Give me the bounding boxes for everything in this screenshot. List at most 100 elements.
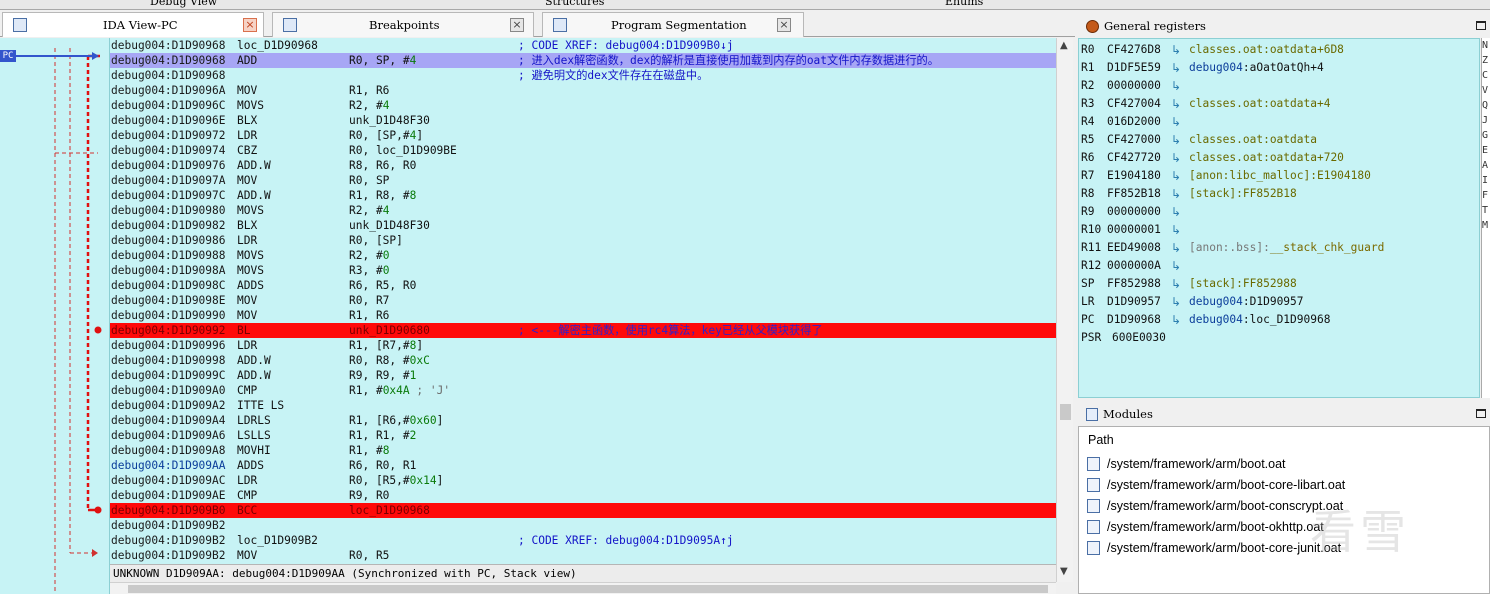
register-value[interactable]: D1DF5E59 — [1107, 59, 1161, 77]
code-label[interactable]: loc_D1D909B2 — [237, 533, 318, 548]
listing-line[interactable]: debug004:D1D909A8 MOVHI R1, #8 — [110, 443, 1056, 458]
jump-arrow-icon[interactable]: ↳ — [1171, 185, 1181, 203]
listing-line[interactable]: debug004:D1D90980 MOVS R2, #4 — [110, 203, 1056, 218]
jump-arrow-icon[interactable]: ↳ — [1171, 131, 1181, 149]
register-value[interactable]: 0000000A — [1107, 257, 1161, 275]
maximize-icon[interactable] — [1476, 409, 1486, 418]
module-row[interactable]: /system/framework/arm/boot-core-libart.o… — [1087, 475, 1345, 496]
tab-breakpoints[interactable]: Breakpoints × — [272, 12, 534, 37]
scroll-thumb[interactable] — [1060, 404, 1071, 420]
register-value[interactable]: FF852B18 — [1107, 185, 1161, 203]
listing-line[interactable]: debug004:D1D90986 LDR R0, [SP] — [110, 233, 1056, 248]
register-value[interactable]: 00000001 — [1107, 221, 1161, 239]
jump-arrow-icon[interactable]: ↳ — [1171, 275, 1181, 293]
jump-arrow-icon[interactable]: ↳ — [1171, 221, 1181, 239]
jump-arrow-icon[interactable]: ↳ — [1171, 95, 1181, 113]
listing-line[interactable]: debug004:D1D909A4 LDRLS R1, [R6,#0x60] — [110, 413, 1056, 428]
register-value[interactable]: CF427004 — [1107, 95, 1161, 113]
close-icon[interactable]: × — [243, 18, 257, 32]
register-value[interactable]: 016D2000 — [1107, 113, 1161, 131]
listing-line[interactable]: debug004:D1D909B0 BCC loc_D1D90968 — [110, 503, 1056, 518]
listing-line[interactable]: debug004:D1D90968 ; 避免明文的dex文件存在在磁盘中。 — [110, 68, 1056, 83]
scroll-up-icon[interactable]: ▲ — [1060, 40, 1068, 51]
code-label[interactable]: loc_D1D90968 — [237, 38, 318, 53]
register-value[interactable]: EED49008 — [1107, 239, 1161, 257]
jump-arrow-icon[interactable]: ↳ — [1171, 203, 1181, 221]
register-value[interactable]: E1904180 — [1107, 167, 1161, 185]
jump-arrow-icon[interactable]: ↳ — [1171, 113, 1181, 131]
module-row[interactable]: /system/framework/arm/boot.oat — [1087, 454, 1286, 475]
module-row[interactable]: /system/framework/arm/boot-core-junit.oa… — [1087, 538, 1341, 559]
register-value[interactable]: 00000000 — [1107, 77, 1161, 95]
register-value[interactable]: CF427720 — [1107, 149, 1161, 167]
close-icon[interactable]: × — [777, 18, 791, 32]
jump-arrow-icon[interactable]: ↳ — [1171, 77, 1181, 95]
listing-line[interactable]: debug004:D1D909A0 CMP R1, #0x4A ; 'J' — [110, 383, 1056, 398]
register-target[interactable]: [anon:libc_malloc]:E1904180 — [1189, 167, 1371, 185]
listing-line[interactable]: debug004:D1D9098C ADDS R6, R5, R0 — [110, 278, 1056, 293]
horizontal-scrollbar[interactable] — [110, 582, 1056, 594]
tab-debug-view[interactable]: Debug View — [150, 0, 217, 9]
jump-arrow-icon[interactable]: ↳ — [1171, 257, 1181, 275]
tab-program-segmentation[interactable]: Program Segmentation × — [542, 12, 804, 37]
listing-line[interactable]: debug004:D1D90976 ADD.W R8, R6, R0 — [110, 158, 1056, 173]
register-value[interactable]: D1D90957 — [1107, 293, 1161, 311]
listing-line[interactable]: debug004:D1D90968 loc_D1D90968 ; CODE XREF… — [110, 38, 1056, 53]
vertical-scrollbar[interactable]: ▲ ▼ — [1056, 38, 1073, 582]
register-value[interactable]: CF427000 — [1107, 131, 1161, 149]
tab-enums[interactable]: Enums — [945, 0, 983, 9]
scroll-thumb[interactable] — [128, 585, 1048, 593]
register-value[interactable]: D1D90968 — [1107, 311, 1161, 329]
listing-line[interactable]: debug004:D1D9099C ADD.W R9, R9, #1 — [110, 368, 1056, 383]
listing-line[interactable]: debug004:D1D909A6 LSLLS R1, R1, #2 — [110, 428, 1056, 443]
jump-arrow-icon[interactable]: ↳ — [1171, 59, 1181, 77]
listing-line[interactable]: debug004:D1D90998 ADD.W R0, R8, #0xC — [110, 353, 1056, 368]
module-row[interactable]: /system/framework/arm/boot-okhttp.oat — [1087, 517, 1324, 538]
listing-line[interactable]: debug004:D1D9098A MOVS R3, #0 — [110, 263, 1056, 278]
listing-line[interactable]: debug004:D1D909AA ADDS R6, R0, R1 — [110, 458, 1056, 473]
listing-line[interactable]: debug004:D1D90974 CBZ R0, loc_D1D909BE — [110, 143, 1056, 158]
scroll-down-icon[interactable]: ▼ — [1060, 566, 1068, 577]
listing-line[interactable]: debug004:D1D90982 BLX unk_D1D48F30 — [110, 218, 1056, 233]
register-target[interactable]: [stack]:FF852B18 — [1189, 185, 1297, 203]
listing-line[interactable]: debug004:D1D90992 BL unk_D1D90680 ; <---解密主… — [110, 323, 1056, 338]
register-target[interactable]: debug004:aOatOatQh+4 — [1189, 59, 1324, 77]
register-value[interactable]: FF852988 — [1107, 275, 1161, 293]
listing-line[interactable]: debug004:D1D909B2 loc_D1D909B2 ; CODE XREF… — [110, 533, 1056, 548]
listing-line[interactable]: debug004:D1D9097C ADD.W R1, R8, #8 — [110, 188, 1056, 203]
register-value[interactable]: CF4276D8 — [1107, 41, 1161, 59]
jump-arrow-icon[interactable]: ↳ — [1171, 311, 1181, 329]
modules-list[interactable]: Path /system/framework/arm/boot.oat/syst… — [1078, 426, 1490, 594]
register-target[interactable]: [stack]:FF852988 — [1189, 275, 1297, 293]
register-target[interactable]: classes.oat:oatdata+720 — [1189, 149, 1344, 167]
register-target[interactable]: debug004:loc_D1D90968 — [1189, 311, 1330, 329]
listing-line[interactable]: debug004:D1D90972 LDR R0, [SP,#4] — [110, 128, 1056, 143]
close-icon[interactable]: × — [510, 18, 524, 32]
listing-line[interactable]: debug004:D1D909AE CMP R9, R0 — [110, 488, 1056, 503]
listing-line[interactable]: debug004:D1D9098E MOV R0, R7 — [110, 293, 1056, 308]
listing-line[interactable]: debug004:D1D90990 MOV R1, R6 — [110, 308, 1056, 323]
listing-line[interactable]: debug004:D1D9096C MOVS R2, #4 — [110, 98, 1056, 113]
general-registers[interactable]: R0 CF4276D8 ↳ classes.oat:oatdata+6D8 R1 D1DF… — [1078, 38, 1480, 398]
register-target[interactable]: debug004:D1D90957 — [1189, 293, 1304, 311]
jump-arrow-icon[interactable]: ↳ — [1171, 239, 1181, 257]
register-target[interactable]: classes.oat:oatdata+6D8 — [1189, 41, 1344, 59]
listing-line[interactable]: debug004:D1D90996 LDR R1, [R7,#8] — [110, 338, 1056, 353]
listing-line[interactable]: debug004:D1D909B2 MOV R0, R5 — [110, 548, 1056, 563]
jump-arrow-icon[interactable]: ↳ — [1171, 41, 1181, 59]
listing-line[interactable]: debug004:D1D9097A MOV R0, SP — [110, 173, 1056, 188]
jump-arrow-icon[interactable]: ↳ — [1171, 167, 1181, 185]
register-target[interactable]: classes.oat:oatdata — [1189, 131, 1317, 149]
listing-line[interactable]: debug004:D1D90968 ADD R0, SP, #4 ; 进入dex解密函… — [110, 53, 1056, 68]
module-row[interactable]: /system/framework/arm/boot-conscrypt.oat — [1087, 496, 1343, 517]
register-value[interactable]: 00000000 — [1107, 203, 1161, 221]
jump-arrow-icon[interactable]: ↳ — [1171, 293, 1181, 311]
listing-line[interactable]: debug004:D1D909A2 ITTE LS — [110, 398, 1056, 413]
listing-line[interactable]: debug004:D1D9096E BLX unk_D1D48F30 — [110, 113, 1056, 128]
maximize-icon[interactable] — [1476, 21, 1486, 30]
listing-line[interactable]: debug004:D1D909B2 — [110, 518, 1056, 533]
disassembly-listing[interactable]: debug004:D1D90968 loc_D1D90968 ; CODE XREF… — [110, 38, 1056, 564]
register-target[interactable]: [anon:.bss]:__stack_chk_guard — [1189, 239, 1384, 257]
path-column-header[interactable]: Path — [1088, 433, 1114, 447]
listing-line[interactable]: debug004:D1D909AC LDR R0, [R5,#0x14] — [110, 473, 1056, 488]
